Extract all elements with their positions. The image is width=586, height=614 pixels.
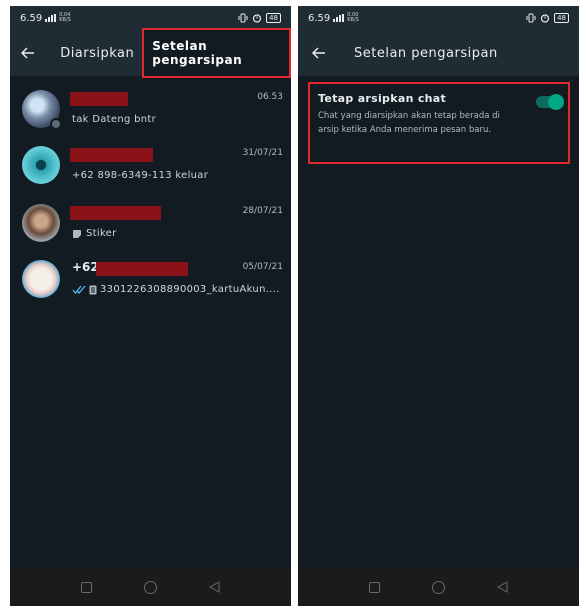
- page-title: Setelan pengarsipan: [354, 45, 498, 61]
- redacted-name: [70, 206, 161, 220]
- app-bar: Setelan pengarsipan: [298, 30, 579, 76]
- redacted-name: [96, 262, 188, 276]
- archived-chats-screen: 6.59 0.04 KB/S 48 Diarsipkan Setelan pen…: [10, 6, 291, 606]
- tab-archived[interactable]: Diarsipkan: [60, 46, 134, 61]
- circle-icon: [144, 580, 157, 594]
- vibrate-icon: [526, 13, 536, 23]
- archive-settings-link[interactable]: Setelan pengarsipan: [142, 28, 291, 78]
- signal-icon: [333, 14, 345, 22]
- triangle-back-icon: [497, 581, 508, 593]
- document-icon: [89, 285, 97, 294]
- system-nav-bar: [10, 568, 291, 606]
- network-speed: 0.04 KB/S: [59, 13, 71, 23]
- chat-time: 06.53: [257, 92, 283, 102]
- back-button[interactable]: [10, 47, 46, 59]
- setting-title: Tetap arsipkan chat: [318, 92, 447, 105]
- alarm-icon: [540, 14, 550, 23]
- square-icon: [369, 581, 380, 593]
- double-check-icon: [72, 285, 86, 294]
- chat-preview-text: Stiker: [86, 228, 117, 239]
- status-bar: 6.59 0.04 KB/S 48: [10, 6, 291, 30]
- recents-button[interactable]: [368, 580, 382, 594]
- chat-time: 28/07/21: [242, 206, 283, 216]
- status-bar: 6.59 0.00 KB/S 48: [298, 6, 579, 30]
- alarm-icon: [252, 14, 262, 23]
- redacted-name: [70, 92, 128, 106]
- back-nav-button[interactable]: [208, 580, 222, 594]
- chat-row[interactable]: 06.53 tak Dateng bntr: [10, 90, 291, 148]
- circle-icon: [432, 580, 445, 594]
- system-nav-bar: [298, 568, 579, 606]
- network-speed-unit: KB/S: [347, 17, 359, 23]
- chat-preview: +62 898-6349-113 keluar: [72, 170, 209, 181]
- back-button[interactable]: [298, 47, 340, 59]
- home-button[interactable]: [432, 580, 446, 594]
- avatar: [22, 146, 60, 184]
- chat-row[interactable]: 31/07/21 +62 898-6349-113 keluar: [10, 146, 291, 204]
- chat-time: 31/07/21: [242, 148, 283, 158]
- square-icon: [81, 581, 92, 593]
- chat-name: +62: [72, 260, 99, 274]
- vibrate-icon: [238, 13, 248, 23]
- keep-archived-setting[interactable]: Tetap arsipkan chat Chat yang diarsipkan…: [308, 82, 570, 164]
- chat-time: 05/07/21: [242, 262, 283, 272]
- chat-preview: Stiker: [72, 228, 117, 239]
- avatar: [22, 204, 60, 242]
- status-time: 6.59: [308, 12, 331, 24]
- archive-settings-screen: 6.59 0.00 KB/S 48 Setelan pengarsipan Te…: [298, 6, 579, 606]
- status-time: 6.59: [20, 12, 43, 24]
- sticker-icon: [73, 229, 81, 238]
- back-nav-button[interactable]: [496, 580, 510, 594]
- battery-icon: 48: [554, 13, 569, 23]
- chat-preview-text: 3301226308890003_kartuAkun....: [100, 284, 280, 295]
- arrow-left-icon: [21, 47, 35, 59]
- chat-preview: tak Dateng bntr: [72, 114, 157, 125]
- chat-preview: 3301226308890003_kartuAkun....: [72, 284, 280, 295]
- home-button[interactable]: [144, 580, 158, 594]
- toggle-knob: [548, 94, 564, 110]
- arrow-left-icon: [312, 47, 325, 59]
- triangle-back-icon: [209, 581, 220, 593]
- setting-description: Chat yang diarsipkan akan tetap berada d…: [318, 111, 500, 135]
- redacted-name: [70, 148, 153, 162]
- recents-button[interactable]: [80, 580, 94, 594]
- signal-icon: [45, 14, 57, 22]
- avatar: [22, 260, 60, 298]
- chat-row[interactable]: +62 05/07/21 3301226308890003_kartuAkun.…: [10, 260, 291, 318]
- network-speed-unit: KB/S: [59, 17, 71, 23]
- app-bar: Diarsipkan Setelan pengarsipan: [10, 28, 291, 78]
- chat-row[interactable]: 28/07/21 Stiker: [10, 204, 291, 262]
- network-speed: 0.00 KB/S: [347, 13, 359, 23]
- keep-archived-toggle[interactable]: [536, 94, 564, 110]
- clock-badge-icon: [50, 118, 62, 130]
- battery-icon: 48: [266, 13, 281, 23]
